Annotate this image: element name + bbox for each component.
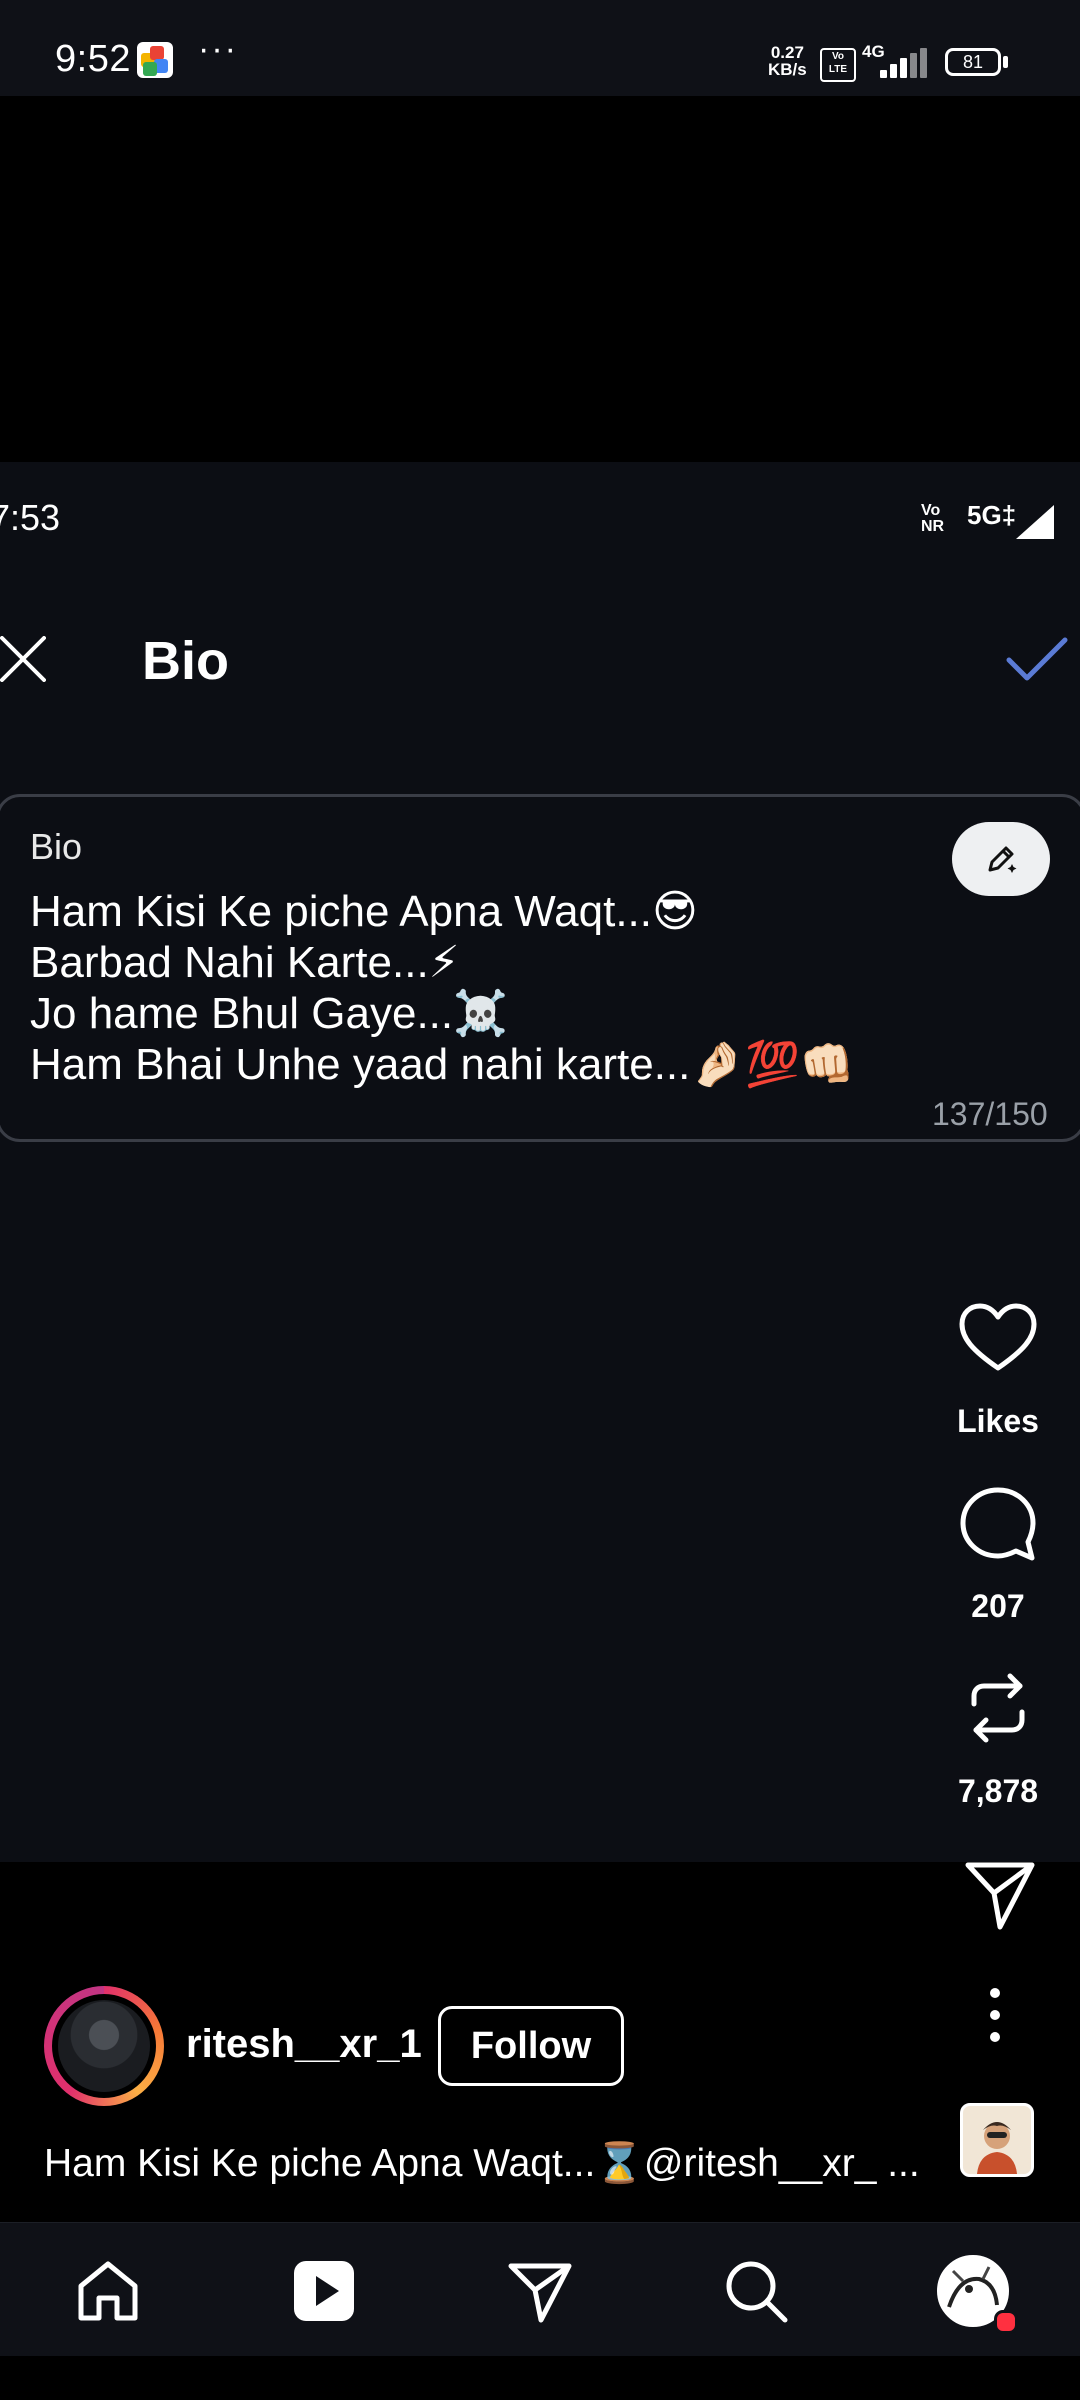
avatar[interactable] bbox=[58, 2000, 150, 2092]
net-speed: 0.27 KB/s bbox=[768, 43, 807, 79]
signal-icon bbox=[866, 48, 930, 78]
close-icon[interactable] bbox=[0, 636, 46, 682]
username[interactable]: ritesh__xr_1 bbox=[186, 2022, 422, 2067]
audio-thumbnail[interactable] bbox=[960, 2103, 1034, 2177]
status-time: 9:52 bbox=[55, 38, 131, 80]
heart-icon[interactable] bbox=[958, 1300, 1038, 1380]
reel-caption[interactable]: Ham Kisi Ke piche Apna Waqt...⌛@ritesh__… bbox=[44, 2140, 920, 2186]
inner-status-time: 7:53 bbox=[0, 497, 61, 538]
vonr-badge: Vo NR bbox=[921, 502, 945, 535]
gesture-bar-area bbox=[0, 2356, 1080, 2400]
battery-level: 81 bbox=[962, 52, 984, 72]
reels-icon[interactable] bbox=[289, 2256, 359, 2326]
inner-network-type: 5G‡ bbox=[967, 500, 1017, 530]
battery-cap bbox=[1003, 56, 1008, 68]
messages-send-icon[interactable] bbox=[505, 2256, 575, 2326]
follow-button[interactable]: Follow bbox=[438, 2006, 624, 2086]
send-icon[interactable] bbox=[960, 1855, 1040, 1935]
search-icon[interactable] bbox=[721, 2256, 791, 2326]
likes-label: Likes bbox=[957, 1403, 1039, 1439]
bio-field-label: Bio bbox=[30, 826, 83, 867]
bio-input[interactable]: Ham Kisi Ke piche Apna Waqt...😎 Barbad N… bbox=[30, 886, 855, 1090]
pen-icon bbox=[988, 846, 1017, 873]
more-icon[interactable] bbox=[985, 1985, 1005, 2045]
notification-more-icon: ··· bbox=[198, 30, 238, 68]
page-title: Bio bbox=[142, 631, 229, 691]
volte-badge: Vo LTE bbox=[820, 48, 856, 82]
repost-icon[interactable] bbox=[958, 1668, 1038, 1748]
notification-dot bbox=[994, 2310, 1018, 2334]
check-icon[interactable] bbox=[1005, 634, 1069, 684]
ai-write-button[interactable] bbox=[952, 822, 1050, 896]
inner-status-bar bbox=[0, 462, 1080, 552]
audio-avatar-icon bbox=[977, 2122, 1017, 2174]
bio-editor-background bbox=[0, 552, 1080, 1862]
character-counter: 137/150 bbox=[932, 1096, 1048, 1132]
home-icon[interactable] bbox=[73, 2256, 143, 2326]
comment-icon[interactable] bbox=[958, 1484, 1038, 1564]
reposts-count: 7,878 bbox=[957, 1773, 1039, 1809]
inner-signal-icon bbox=[1016, 505, 1054, 539]
drive-icon bbox=[137, 42, 173, 78]
comments-count: 207 bbox=[971, 1588, 1025, 1624]
